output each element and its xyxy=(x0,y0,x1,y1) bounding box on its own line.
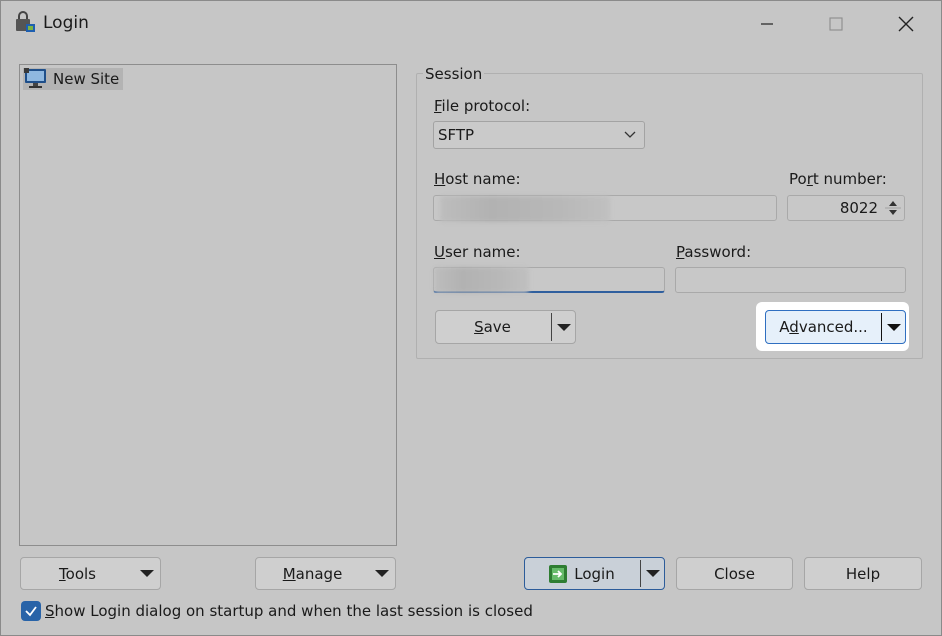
split-divider xyxy=(640,560,641,587)
login-dialog: Login New Site Session File protocol: SF… xyxy=(0,0,942,636)
dropdown-arrow-icon[interactable] xyxy=(886,323,902,333)
file-protocol-value: SFTP xyxy=(438,126,475,144)
port-number-spinner[interactable]: 8022 xyxy=(787,195,905,221)
dropdown-arrow-icon xyxy=(375,570,389,577)
advanced-button-label: Advanced... xyxy=(779,318,867,336)
user-name-label-text: ser name: xyxy=(444,243,521,261)
dropdown-arrow-icon[interactable] xyxy=(556,323,572,333)
manage-button-label: Manage xyxy=(283,565,343,583)
user-name-accel: U xyxy=(434,243,445,261)
app-icon xyxy=(16,11,35,32)
close-button[interactable]: Close xyxy=(676,557,793,590)
show-login-checkbox[interactable] xyxy=(21,601,41,621)
advanced-accel: d xyxy=(789,318,799,336)
port-number-label: Port number: xyxy=(789,170,887,188)
user-name-label: User name: xyxy=(434,243,521,261)
host-name-input[interactable] xyxy=(433,195,777,222)
maximize-button[interactable] xyxy=(814,7,858,41)
help-button[interactable]: Help xyxy=(804,557,922,590)
advanced-label-pre: A xyxy=(779,318,790,336)
password-input[interactable] xyxy=(675,267,906,293)
spinner-arrows-icon[interactable] xyxy=(884,198,902,218)
tools-button-label: Tools xyxy=(59,565,96,583)
user-name-redacted xyxy=(434,267,529,293)
port-label-pre: Po xyxy=(789,170,807,188)
login-icon xyxy=(549,564,568,583)
checkbox-label-text: how Login dialog on startup and when the… xyxy=(54,602,533,620)
login-button[interactable]: Login xyxy=(524,557,665,590)
tools-button[interactable]: Tools xyxy=(20,557,161,590)
host-name-accel: H xyxy=(434,170,446,188)
title-bar: Login xyxy=(1,1,941,47)
save-button[interactable]: Save xyxy=(435,310,576,344)
password-label: Password: xyxy=(676,243,751,261)
show-login-checkbox-row[interactable]: Show Login dialog on startup and when th… xyxy=(21,601,533,621)
manage-accel: M xyxy=(282,564,296,583)
show-login-checkbox-label: Show Login dialog on startup and when th… xyxy=(45,602,533,620)
site-item-label: New Site xyxy=(53,70,120,88)
minimize-button[interactable] xyxy=(745,7,789,41)
host-name-label: Host name: xyxy=(434,170,521,188)
user-name-input[interactable] xyxy=(433,267,665,293)
manage-button[interactable]: Manage xyxy=(255,557,396,590)
close-window-button[interactable] xyxy=(884,7,928,41)
advanced-label-text: vanced... xyxy=(798,318,868,336)
minimize-icon xyxy=(761,23,773,25)
manage-label-text: anage xyxy=(295,564,343,583)
file-protocol-label-text: ile protocol: xyxy=(441,97,531,115)
split-divider xyxy=(551,313,552,341)
file-protocol-accel: F xyxy=(434,97,442,115)
site-tree[interactable]: New Site xyxy=(19,64,397,546)
host-name-label-text: ost name: xyxy=(445,170,521,188)
dropdown-arrow-icon xyxy=(140,570,154,577)
save-accel: S xyxy=(474,318,484,336)
site-item-new-site[interactable]: New Site xyxy=(23,68,124,90)
checkbox-accel: S xyxy=(45,602,55,620)
chevron-down-icon xyxy=(624,131,636,138)
tools-label-text: ools xyxy=(65,564,96,583)
login-label: Login xyxy=(574,564,615,583)
save-label-text: ave xyxy=(483,318,511,336)
port-label-text: t number: xyxy=(812,170,887,188)
port-number-value: 8022 xyxy=(839,199,878,217)
advanced-button[interactable]: Advanced... xyxy=(765,310,906,344)
maximize-icon xyxy=(829,17,843,31)
host-name-redacted xyxy=(440,196,610,222)
window-title: Login xyxy=(43,13,89,33)
split-divider xyxy=(881,313,882,341)
login-button-content: Login xyxy=(548,564,615,584)
save-button-label: Save xyxy=(474,318,511,336)
close-label: Close xyxy=(714,564,755,583)
file-protocol-label: File protocol: xyxy=(434,97,530,115)
password-label-text: assword: xyxy=(684,243,752,261)
session-group-label: Session xyxy=(423,65,485,83)
close-icon xyxy=(898,16,914,32)
help-label: Help xyxy=(845,564,881,583)
file-protocol-select[interactable]: SFTP xyxy=(433,121,645,149)
tools-accel: T xyxy=(59,564,66,583)
monitor-icon xyxy=(24,68,46,88)
dropdown-arrow-icon[interactable] xyxy=(645,569,661,579)
checkmark-icon xyxy=(25,606,37,617)
